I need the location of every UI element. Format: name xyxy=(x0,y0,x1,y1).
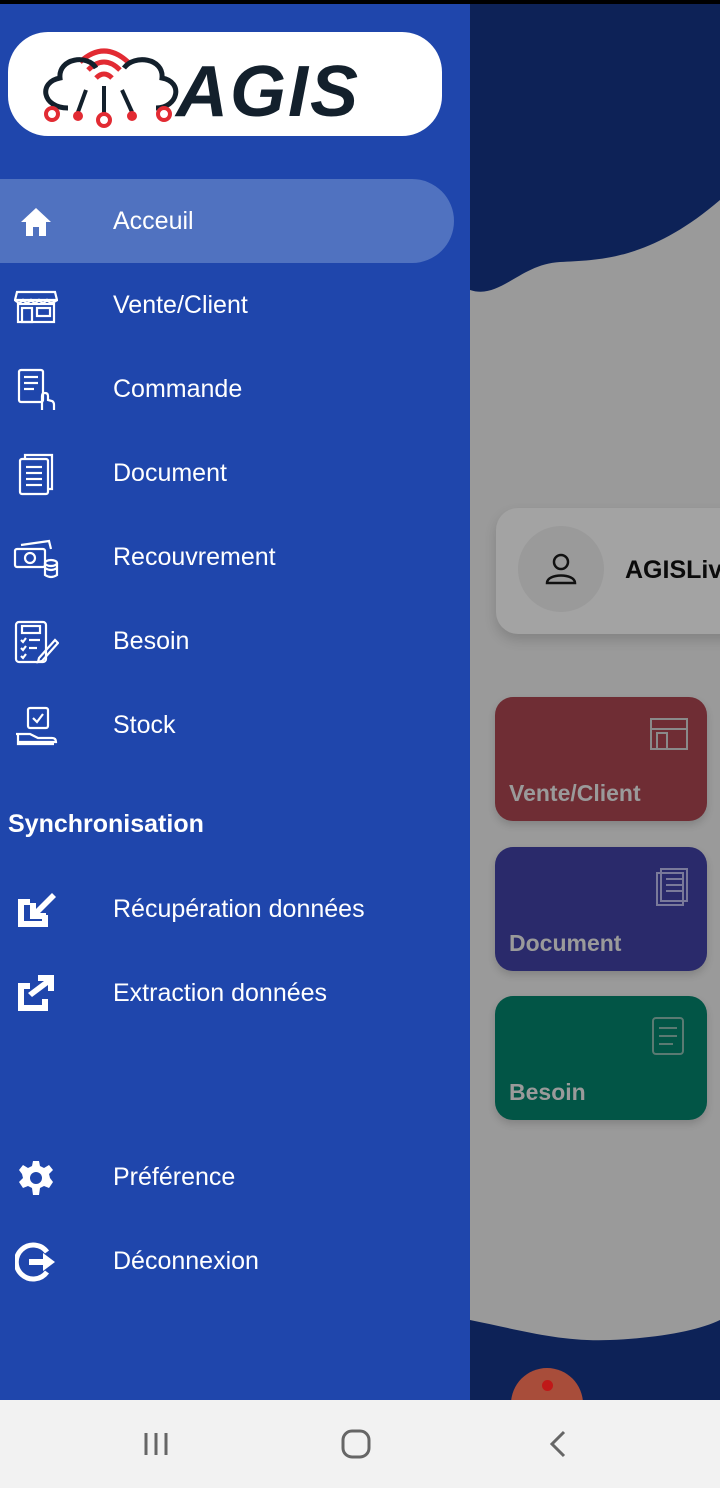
money-coins-icon xyxy=(12,537,60,579)
tile-vente-client[interactable]: Vente/Client xyxy=(495,697,707,821)
status-bar-edge xyxy=(0,0,720,4)
navigation-drawer: AGIS Acceuil Vente/Client Commande Docum… xyxy=(0,0,470,1400)
checklist-icon xyxy=(652,1017,684,1055)
home-icon xyxy=(12,201,60,243)
gear-icon xyxy=(12,1157,60,1199)
nav-item-preference[interactable]: Préférence xyxy=(0,1135,454,1219)
export-icon xyxy=(12,973,60,1015)
document-icon xyxy=(12,453,60,496)
profile-card[interactable]: AGISLiv xyxy=(496,508,720,634)
nav-item-stock[interactable]: Stock xyxy=(0,683,454,767)
nav-item-recouvrement[interactable]: Recouvrement xyxy=(0,515,454,599)
nav-item-extraction-donnees[interactable]: Extraction données xyxy=(0,951,454,1035)
section-title-synchronisation: Synchronisation xyxy=(8,810,204,838)
import-icon xyxy=(12,889,60,931)
tile-besoin[interactable]: Besoin xyxy=(495,996,707,1120)
nav-item-label: Document xyxy=(113,458,227,487)
nav-item-commande[interactable]: Commande xyxy=(0,347,454,431)
nav-item-acceuil[interactable]: Acceuil xyxy=(0,179,454,263)
profile-name: AGISLiv xyxy=(625,556,720,584)
nav-item-label: Déconnexion xyxy=(113,1246,259,1275)
nav-item-label: Préférence xyxy=(113,1162,236,1191)
nav-item-label: Stock xyxy=(113,710,176,739)
nav-item-deconnexion[interactable]: Déconnexion xyxy=(0,1219,454,1303)
nav-item-label: Besoin xyxy=(113,626,190,655)
agis-logo-graphic: AGIS xyxy=(43,48,360,132)
logout-icon xyxy=(12,1241,60,1283)
nav-item-vente-client[interactable]: Vente/Client xyxy=(0,263,454,347)
notification-dot xyxy=(542,1380,553,1391)
nav-item-label: Commande xyxy=(113,374,243,403)
tile-document[interactable]: Document xyxy=(495,847,707,971)
nav-item-label: Extraction données xyxy=(113,978,328,1007)
checklist-icon xyxy=(12,620,60,664)
nav-item-besoin[interactable]: Besoin xyxy=(0,599,454,683)
nav-item-label: Vente/Client xyxy=(113,290,248,319)
back-icon[interactable] xyxy=(536,1424,580,1464)
recents-icon[interactable] xyxy=(134,1424,178,1464)
nav-item-document[interactable]: Document xyxy=(0,431,454,515)
tile-label: Besoin xyxy=(509,1079,586,1105)
tile-label: Document xyxy=(509,930,622,956)
avatar xyxy=(518,526,604,612)
box-hand-icon xyxy=(12,705,60,747)
logo: AGIS xyxy=(8,32,442,136)
document-icon xyxy=(656,868,688,906)
store-icon xyxy=(12,285,60,327)
system-navigation-bar xyxy=(0,1400,720,1488)
home-circle-icon[interactable] xyxy=(334,1424,378,1464)
tile-label: Vente/Client xyxy=(509,780,641,806)
order-list-icon xyxy=(12,368,60,411)
user-icon xyxy=(545,553,577,585)
nav-item-label: Récupération données xyxy=(113,894,365,923)
nav-item-label: Acceuil xyxy=(113,206,194,235)
logo-text: AGIS xyxy=(174,52,360,132)
nav-item-recuperation-donnees[interactable]: Récupération données xyxy=(0,867,454,951)
nav-item-label: Recouvrement xyxy=(113,542,276,571)
store-icon xyxy=(650,718,688,750)
